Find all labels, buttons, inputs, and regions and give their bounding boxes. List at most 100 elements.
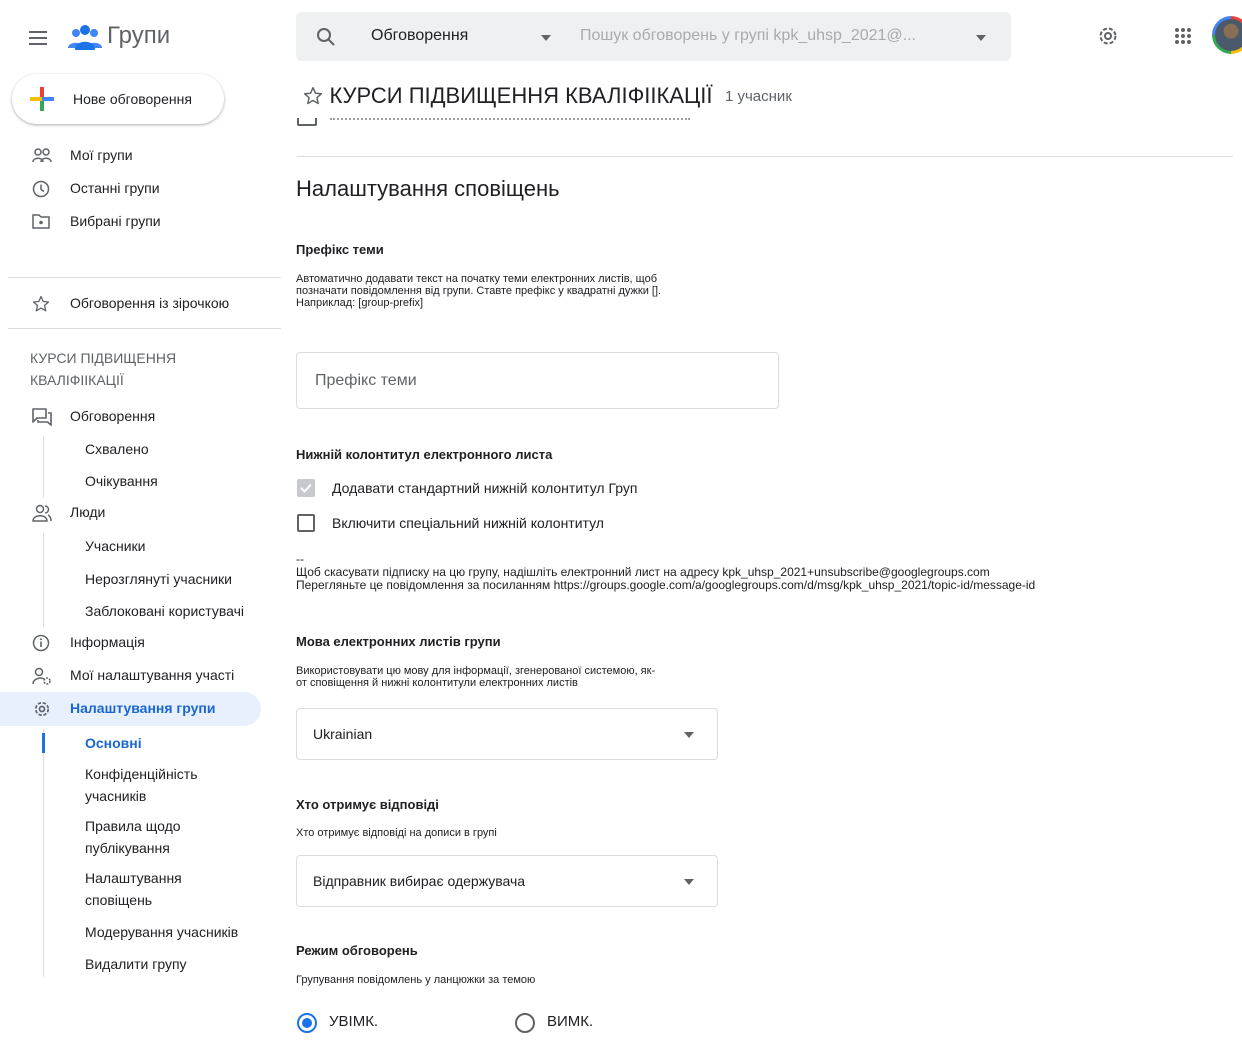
sidebar-subitem-member-moderation[interactable]: Модерування учасників	[85, 921, 238, 943]
active-subitem-indicator	[42, 733, 45, 753]
new-conversation-label: Нове обговорення	[73, 91, 192, 107]
account-avatar[interactable]	[1212, 16, 1242, 54]
footer-preview: -- Щоб скасувати підписку на цю групу, н…	[296, 553, 1035, 592]
sidebar-item-label: Мої налаштування участі	[70, 667, 235, 683]
sidebar-item-label: Обговорення із зірочкою	[70, 295, 230, 311]
selected-value: Відправник вибирає одержувача	[313, 873, 526, 889]
plus-icon	[30, 87, 54, 111]
app-title[interactable]: Групи	[107, 22, 170, 50]
radio-label: УВІМК.	[329, 1013, 379, 1030]
sidebar-item-recent-groups[interactable]: Останні групи	[0, 173, 262, 205]
subject-prefix-field[interactable]	[296, 352, 779, 409]
sidebar-item-membership-settings[interactable]: Мої налаштування участі	[0, 660, 262, 692]
sidebar-subitem-approved[interactable]: Схвалено	[85, 438, 149, 460]
conversation-mode-description: Групування повідомлень у ланцюжки за тем…	[296, 974, 536, 986]
subject-prefix-description: Автоматично додавати текст на початку те…	[296, 273, 661, 309]
sidebar-item-label: Вибрані групи	[70, 213, 161, 229]
groups-logo-icon[interactable]	[67, 24, 103, 50]
settings-gear-icon	[34, 701, 50, 717]
sidebar-item-favorite-groups[interactable]: Вибрані групи	[0, 206, 262, 238]
checkmark-icon	[300, 483, 312, 493]
sidebar-tree-line	[43, 533, 44, 627]
email-language-label: Мова електронних листів групи	[296, 634, 501, 649]
subject-prefix-label: Префікс теми	[296, 242, 384, 257]
description-line: позначати повідомлення від групи. Ставте…	[296, 285, 662, 297]
sidebar-divider	[8, 277, 281, 278]
clock-icon	[32, 180, 50, 198]
chevron-down-icon	[684, 732, 694, 738]
sidebar-item-label: Налаштування групи	[70, 700, 216, 716]
chevron-down-icon	[684, 879, 694, 885]
sidebar-item-people[interactable]: Люди	[0, 497, 262, 529]
apps-grid-icon[interactable]	[1174, 27, 1192, 45]
folder-icon	[32, 214, 50, 229]
custom-footer-option-label: Включити спеціальний нижній колонтитул	[332, 515, 604, 531]
sidebar-item-group-settings[interactable]: Налаштування групи	[0, 693, 262, 725]
reply-to-description: Хто отримує відповіді на дописи в групі	[296, 827, 497, 839]
custom-footer-checkbox[interactable]	[297, 514, 315, 532]
description-line: от сповіщення й нижні колонтитули електр…	[296, 677, 578, 689]
new-conversation-button[interactable]: Нове обговорення	[12, 74, 224, 124]
email-language-description: Використовувати цю мову для інформації, …	[296, 665, 655, 689]
conversation-mode-on-option[interactable]: УВІМК.	[296, 1012, 378, 1034]
search-options-icon[interactable]	[975, 35, 987, 41]
reply-to-label: Хто отримує відповіді	[296, 797, 439, 812]
footer-preview-line: Перегляньте це повідомлення за посилання…	[296, 578, 1036, 592]
info-icon	[32, 634, 50, 652]
search-input[interactable]: Пошук обговорень у групі kpk_uhsp_2021@.…	[580, 27, 916, 45]
star-outline-icon	[32, 295, 50, 312]
sidebar-subitem-pending[interactable]: Очікування	[85, 470, 158, 492]
group-header: КУРСИ ПІДВИЩЕННЯ КВАЛІФІІКАЦІЇ 1 учасник	[303, 83, 792, 109]
sidebar-item-about[interactable]: Інформація	[0, 627, 262, 659]
group-title: КУРСИ ПІДВИЩЕННЯ КВАЛІФІІКАЦІЇ	[329, 83, 713, 108]
search-icon[interactable]	[316, 27, 336, 47]
reply-to-select[interactable]: Відправник вибирає одержувача	[296, 855, 718, 907]
sidebar-subitem-members[interactable]: Учасники	[85, 535, 145, 557]
sidebar-subitem-general[interactable]: Основні	[85, 732, 142, 754]
sidebar-subitem-posting-policies[interactable]: Правила щодо публікування	[85, 815, 235, 859]
radio-selected-icon[interactable]	[296, 1012, 318, 1034]
section-divider	[297, 156, 1233, 157]
sidebar-item-conversations[interactable]: Обговорення	[0, 401, 262, 433]
people-icon	[32, 504, 52, 522]
chevron-down-icon[interactable]	[540, 35, 552, 41]
selected-value: Ukrainian	[313, 726, 373, 742]
sidebar-subitem-member-privacy[interactable]: Конфіденційність учасників	[85, 763, 235, 807]
sidebar-subitem-banned-users[interactable]: Заблоковані користувачі	[85, 600, 244, 622]
description-line: Наприклад: [group-prefix]	[296, 297, 424, 309]
sidebar-item-label: Обговорення	[70, 408, 156, 424]
forum-icon	[32, 408, 52, 426]
star-outline-icon[interactable]	[303, 86, 323, 106]
sidebar-tree-line	[43, 436, 44, 498]
radio-label: ВИМК.	[547, 1013, 594, 1030]
sidebar-item-starred[interactable]: Обговорення із зірочкою	[0, 288, 262, 320]
scrolled-checkbox[interactable]	[297, 118, 317, 126]
sidebar-item-my-groups[interactable]: Мої групи	[0, 140, 262, 172]
description-line: Автоматично додавати текст на початку те…	[296, 273, 658, 285]
search-scope-select[interactable]: Обговорення	[371, 27, 468, 45]
conversation-mode-off-option[interactable]: ВИМК.	[514, 1012, 593, 1034]
section-title: Налаштування сповіщень	[296, 176, 560, 201]
radio-unselected-icon[interactable]	[514, 1012, 536, 1034]
sidebar-subitem-pending-members[interactable]: Нерозглянуті учасники	[85, 568, 232, 590]
sidebar-item-label: Останні групи	[70, 180, 160, 196]
sidebar-subitem-delete-group[interactable]: Видалити групу	[85, 953, 187, 975]
conversation-mode-label: Режим обговорень	[296, 943, 418, 958]
people-outline-icon	[32, 148, 52, 163]
sidebar-item-label: Інформація	[70, 634, 145, 650]
description-line: Використовувати цю мову для інформації, …	[296, 665, 656, 677]
email-footer-label: Нижній колонтитул електронного листа	[296, 447, 553, 462]
sidebar-tree-line	[43, 729, 44, 977]
settings-gear-icon[interactable]	[1096, 24, 1120, 48]
hamburger-icon	[29, 31, 47, 45]
member-count[interactable]: 1 учасник	[725, 88, 792, 105]
email-language-select[interactable]: Ukrainian	[296, 708, 718, 760]
sidebar-subitem-email-options[interactable]: Налаштування сповіщень	[85, 867, 215, 911]
sidebar-divider	[8, 328, 281, 329]
manage-account-icon	[32, 667, 51, 685]
sidebar-item-label: Мої групи	[70, 147, 133, 163]
sidebar-item-label: Люди	[70, 504, 106, 520]
main-menu-button[interactable]	[26, 26, 52, 50]
subject-prefix-input[interactable]	[313, 371, 757, 391]
default-footer-checkbox[interactable]	[297, 479, 315, 497]
